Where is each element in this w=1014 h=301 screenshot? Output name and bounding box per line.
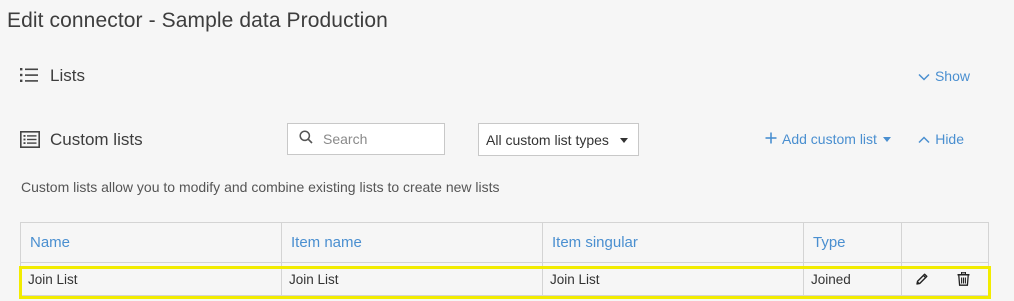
lists-section-title: Lists	[50, 66, 85, 85]
caret-down-icon	[882, 136, 891, 142]
custom-lists-section-title: Custom lists	[50, 130, 143, 149]
chevron-up-icon	[918, 131, 930, 147]
pencil-icon[interactable]	[915, 272, 929, 286]
column-header-type[interactable]: Type	[803, 222, 902, 263]
cell-name: Join List	[20, 262, 282, 296]
column-header-item-singular[interactable]: Item singular	[542, 222, 804, 263]
custom-list-icon	[20, 131, 40, 149]
search-icon	[299, 129, 313, 149]
hide-label: Hide	[935, 131, 964, 147]
column-header-item-name[interactable]: Item name	[281, 222, 543, 263]
caret-down-icon	[620, 138, 628, 143]
show-lists-button[interactable]: Show	[918, 62, 970, 90]
table-row[interactable]: Join List Join List Join List Joined	[20, 262, 989, 296]
table-header-row: Name Item name Item singular Type	[20, 222, 989, 263]
trash-icon[interactable]	[957, 272, 970, 286]
custom-lists-description: Custom lists allow you to modify and com…	[21, 179, 500, 195]
cell-item-name: Join List	[281, 262, 543, 296]
custom-lists-section-header: Custom lists All custom list types Add c…	[20, 122, 994, 158]
custom-lists-table: Name Item name Item singular Type Join L…	[20, 222, 989, 296]
select-value: All custom list types	[486, 131, 609, 148]
chevron-down-icon	[918, 68, 930, 84]
list-icon	[20, 67, 40, 85]
lists-section-header: Lists Show	[20, 62, 994, 90]
plus-icon	[765, 131, 777, 147]
column-header-name[interactable]: Name	[20, 222, 282, 263]
show-label: Show	[934, 68, 970, 84]
add-custom-list-button[interactable]: Add custom list	[765, 122, 891, 156]
custom-list-type-select[interactable]: All custom list types	[478, 123, 639, 156]
hide-custom-lists-button[interactable]: Hide	[918, 122, 964, 156]
page-title: Edit connector - Sample data Production	[7, 9, 388, 32]
add-custom-list-label: Add custom list	[782, 131, 877, 147]
cell-item-singular: Join List	[542, 262, 804, 296]
column-header-actions	[901, 222, 989, 263]
search-field[interactable]	[287, 123, 445, 155]
cell-actions	[901, 262, 989, 296]
cell-type: Joined	[803, 262, 902, 296]
search-input[interactable]	[321, 130, 435, 148]
